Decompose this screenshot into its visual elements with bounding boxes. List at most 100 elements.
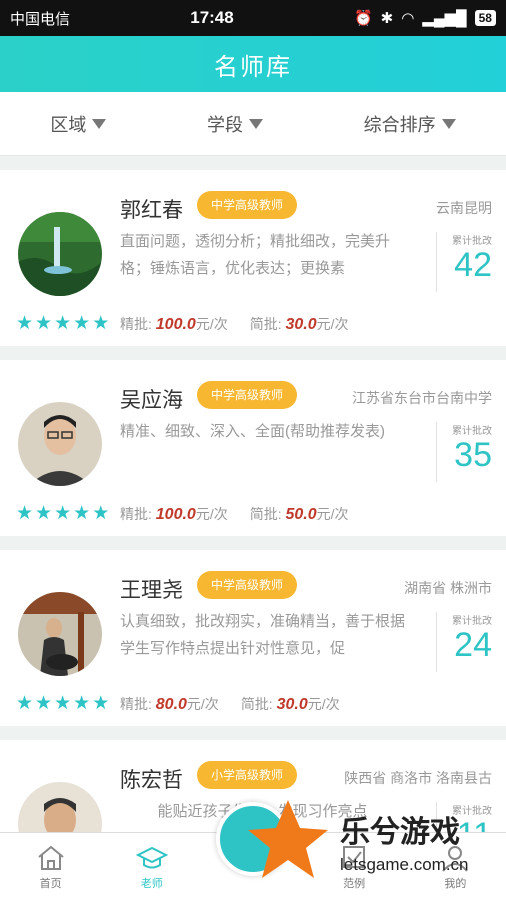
tab-home[interactable]: 首页: [11, 843, 91, 891]
teacher-location: 陕西省 商洛市 洛南县古: [344, 770, 492, 786]
tab-examples[interactable]: 范例: [314, 843, 394, 891]
star-icon: ★: [35, 503, 53, 524]
submit-essay-button[interactable]: [216, 802, 290, 876]
star-icon: ★: [16, 503, 34, 524]
star-icon: ★: [92, 503, 110, 524]
fine-label: 精批:: [120, 506, 152, 522]
teacher-description: 直面问题，透彻分析；精批细改，完美升格；锤炼语言，优化表达；更换素: [120, 233, 391, 277]
title-badge: 中学高级教师: [197, 191, 298, 219]
simple-price: 简批: 50.0元/次: [250, 504, 349, 524]
teacher-location: 云南昆明: [436, 200, 492, 216]
rating-stars: ★ ★ ★ ★ ★: [16, 314, 109, 333]
tab-mine[interactable]: 我的: [415, 843, 495, 891]
price-row: 精批: 80.0元/次 简批: 30.0元/次: [120, 694, 340, 714]
teacher-card[interactable]: ★ ★ ★ ★ ★ 吴应海 中学高级教师 江苏省东台市台南中学 精准、细致、深入、全面(…: [0, 360, 506, 536]
teacher-location: 江苏省东台市台南中学: [352, 390, 492, 406]
unit: 元/次: [307, 696, 340, 712]
teacher-name: 王理尧: [120, 579, 183, 602]
fine-price: 精批: 100.0元/次: [120, 504, 228, 524]
title-badge: 中学高级教师: [197, 381, 298, 409]
filter-region[interactable]: 区域: [50, 111, 107, 137]
fine-label: 精批:: [120, 696, 152, 712]
filter-bar: 区域 学段 综合排序: [0, 92, 506, 156]
fine-price: 精批: 80.0元/次: [120, 694, 219, 714]
teacher-card[interactable]: ★ ★ ★ ★ ★ 郭红春 中学高级教师 云南昆明 直面问题，透彻分析；精批细改，完美升…: [0, 170, 506, 346]
wifi-icon: ◠: [401, 10, 415, 27]
fine-price-value: 80.0: [155, 696, 187, 713]
battery-icon: 58: [474, 10, 496, 26]
unit: 元/次: [316, 506, 349, 522]
simple-price: 简批: 30.0元/次: [250, 314, 349, 334]
divider: [436, 232, 437, 292]
unit: 元/次: [316, 316, 349, 332]
filter-grade[interactable]: 学段: [207, 111, 263, 137]
avatar: [18, 212, 102, 296]
simple-price: 简批: 30.0元/次: [241, 694, 340, 714]
price-row: 精批: 100.0元/次 简批: 50.0元/次: [120, 504, 349, 524]
rating-stars: ★ ★ ★ ★ ★: [16, 694, 109, 713]
teacher-name: 吴应海: [120, 389, 183, 412]
simple-label: 简批:: [249, 506, 282, 522]
star-icon: ★: [73, 313, 91, 334]
fine-price-value: 100.0: [155, 506, 196, 523]
fine-price-value: 100.0: [155, 316, 196, 333]
tab-teacher[interactable]: 老师: [112, 843, 192, 891]
filter-label: 区域: [50, 114, 87, 135]
unit: 元/次: [195, 506, 228, 522]
divider: [436, 422, 437, 482]
star-icon: ★: [54, 693, 72, 714]
filter-label: 综合排序: [363, 114, 436, 135]
simple-price-value: 30.0: [285, 316, 317, 333]
signal-icon: ▂▄▆█: [422, 10, 467, 27]
star-icon: ★: [54, 313, 72, 334]
count-label: 累计批改: [452, 616, 492, 627]
divider: [436, 612, 437, 672]
rating-stars: ★ ★ ★ ★ ★: [16, 504, 109, 523]
filter-sort[interactable]: 综合排序: [364, 111, 456, 137]
triangle-down-icon: [441, 118, 456, 129]
teacher-location: 湖南省 株洲市: [404, 580, 492, 596]
tab-label: 范例: [343, 877, 366, 890]
simple-label: 简批:: [249, 316, 282, 332]
review-count: 24: [454, 626, 492, 664]
checkbox-icon: [343, 845, 366, 868]
filter-label: 学段: [206, 114, 243, 135]
title-badge: 小学高级教师: [197, 761, 298, 789]
unit: 元/次: [195, 316, 228, 332]
teacher-card[interactable]: ★ ★ ★ ★ ★ 王理尧 中学高级教师 湖南省 株洲市 认真细致，批改翔实，准确精当，…: [0, 550, 506, 726]
graduation-cap-icon: [135, 846, 168, 868]
star-icon: ★: [16, 693, 34, 714]
star-icon: ★: [73, 693, 91, 714]
count-label: 累计批改: [452, 236, 492, 247]
star-icon: ★: [92, 693, 110, 714]
star-icon: ★: [35, 313, 53, 334]
price-row: 精批: 100.0元/次 简批: 30.0元/次: [120, 314, 349, 334]
triangle-down-icon: [248, 118, 263, 129]
clock: 17:48: [190, 8, 234, 27]
star-icon: ★: [35, 693, 53, 714]
unit: 元/次: [186, 696, 219, 712]
page-title: 名师库: [0, 36, 506, 92]
carrier: 中国电信: [10, 10, 71, 28]
simple-price-value: 50.0: [285, 506, 317, 523]
teacher-description: 精准、细致、深入、全面(帮助推荐发表): [120, 423, 385, 440]
star-icon: ★: [54, 503, 72, 524]
teacher-name: 陈宏哲: [120, 769, 183, 792]
teacher-name: 郭红春: [120, 199, 183, 222]
status-bar: 中国电信 17:48 ⏰ ✱ ◠ ▂▄▆█ 58: [0, 0, 506, 36]
teacher-description: 认真细致，批改翔实，准确精当，善于根据学生写作特点提出针对性意见，促: [120, 613, 406, 657]
triangle-down-icon: [92, 118, 107, 129]
simple-price-value: 30.0: [276, 696, 308, 713]
count-label: 累计批改: [452, 806, 492, 817]
status-icons: ⏰ ✱ ◠ ▂▄▆█ 58: [354, 9, 496, 27]
tab-label: 首页: [39, 877, 62, 890]
alarm-icon: ⏰: [353, 10, 373, 27]
count-label: 累计批改: [452, 426, 492, 437]
avatar: [18, 402, 102, 486]
review-count: 42: [454, 246, 492, 284]
star-icon: ★: [73, 503, 91, 524]
title-badge: 中学高级教师: [197, 571, 298, 599]
tab-label: 老师: [140, 877, 163, 890]
fine-label: 精批:: [120, 316, 152, 332]
star-icon: ★: [92, 313, 110, 334]
